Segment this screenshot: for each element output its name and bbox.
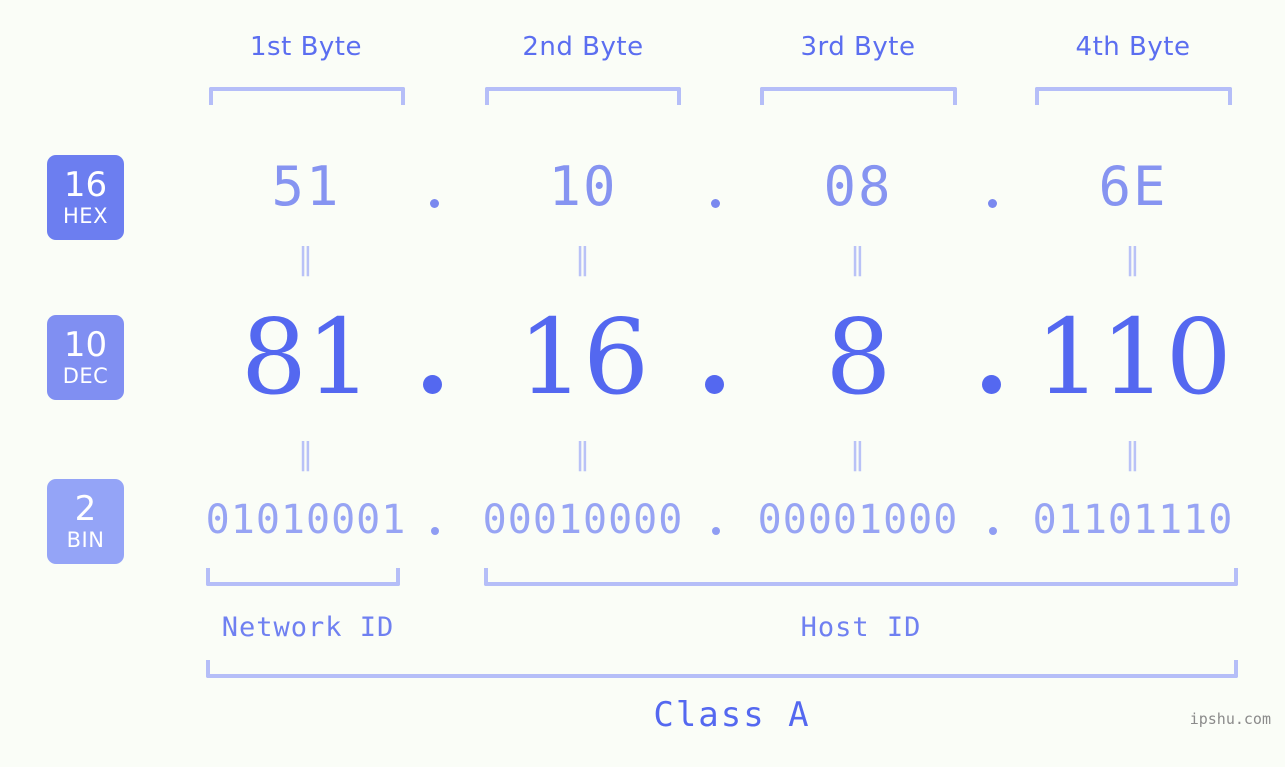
class-bracket [206, 660, 1238, 678]
bin-dot-separator-3 [989, 527, 997, 535]
dec-value-byte-2: 16 [517, 296, 649, 418]
site-watermark: ipshu.com [1189, 710, 1271, 728]
base-badge-dec-label: DEC [62, 364, 109, 388]
hex-value-byte-2: 10 [548, 155, 618, 218]
hex-dot-separator-2 [711, 199, 720, 208]
hex-value-byte-4: 6E [1098, 155, 1168, 218]
network-id-bracket [206, 568, 400, 586]
byte-bracket-4 [1035, 87, 1232, 105]
equals-mark-hex-dec-2: ‖ [575, 242, 591, 277]
dec-dot-separator-3 [982, 375, 1001, 394]
base-badge-bin[interactable]: 2 BIN [47, 479, 124, 564]
dec-value-byte-1: 81 [240, 296, 372, 418]
bin-dot-separator-2 [712, 527, 720, 535]
base-badge-dec-number: 10 [63, 325, 108, 365]
host-id-bracket [484, 568, 1238, 586]
hex-value-byte-1: 51 [271, 155, 341, 218]
bin-dot-separator-1 [431, 527, 439, 535]
dec-dot-separator-1 [423, 375, 442, 394]
byte-bracket-1 [209, 87, 405, 105]
equals-mark-hex-dec-1: ‖ [298, 242, 314, 277]
equals-mark-dec-bin-4: ‖ [1125, 437, 1141, 472]
base-badge-bin-label: BIN [66, 528, 105, 552]
byte-header-2: 2nd Byte [522, 32, 644, 62]
equals-mark-hex-dec-4: ‖ [1125, 242, 1141, 277]
equals-mark-dec-bin-1: ‖ [298, 437, 314, 472]
dec-value-byte-4: 110 [1035, 296, 1232, 418]
byte-header-1: 1st Byte [250, 32, 362, 62]
base-badge-dec[interactable]: 10 DEC [47, 315, 124, 400]
bin-value-byte-3: 00001000 [757, 497, 959, 543]
hex-dot-separator-3 [988, 199, 997, 208]
network-id-label: Network ID [221, 612, 395, 643]
bin-value-byte-1: 01010001 [205, 497, 407, 543]
ip-address-breakdown-diagram: 1st Byte 2nd Byte 3rd Byte 4th Byte 16 H… [0, 0, 1285, 767]
base-badge-hex[interactable]: 16 HEX [47, 155, 124, 240]
class-label: Class A [653, 695, 811, 735]
equals-mark-hex-dec-3: ‖ [850, 242, 866, 277]
equals-mark-dec-bin-3: ‖ [850, 437, 866, 472]
hex-value-byte-3: 08 [823, 155, 893, 218]
hex-dot-separator-1 [430, 199, 439, 208]
host-id-label: Host ID [800, 612, 922, 643]
bin-value-byte-2: 00010000 [482, 497, 684, 543]
base-badge-hex-label: HEX [63, 204, 108, 228]
byte-bracket-2 [485, 87, 681, 105]
byte-bracket-3 [760, 87, 957, 105]
dec-value-byte-3: 8 [825, 296, 891, 418]
byte-header-3: 3rd Byte [800, 32, 916, 62]
dec-dot-separator-2 [705, 375, 724, 394]
byte-header-4: 4th Byte [1075, 32, 1191, 62]
base-badge-bin-number: 2 [74, 489, 97, 529]
equals-mark-dec-bin-2: ‖ [575, 437, 591, 472]
base-badge-hex-number: 16 [63, 165, 108, 205]
bin-value-byte-4: 01101110 [1032, 497, 1234, 543]
